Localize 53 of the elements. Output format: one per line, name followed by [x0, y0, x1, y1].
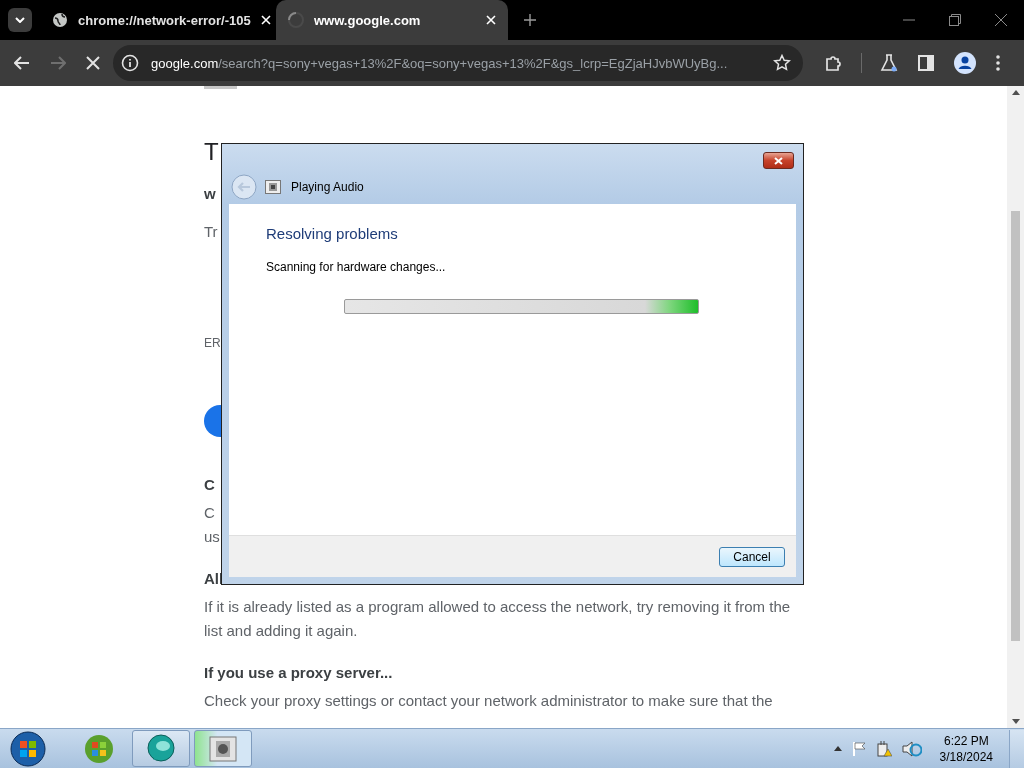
browser-tab[interactable]: www.google.com	[276, 0, 508, 40]
error-code: ER	[204, 335, 221, 351]
cancel-button[interactable]: Cancel	[719, 546, 785, 567]
section-heading: If you use a proxy server...	[204, 663, 393, 683]
chat-bubble-icon	[145, 733, 177, 764]
scrollbar-thumb[interactable]	[1011, 211, 1020, 641]
scrollbar[interactable]	[1007, 86, 1024, 728]
window-title: Playing Audio	[291, 180, 364, 194]
flag-icon[interactable]	[851, 741, 866, 756]
taskbar-button[interactable]	[194, 730, 252, 767]
globe-icon	[52, 12, 68, 28]
chevron-down-icon	[15, 17, 25, 23]
troubleshooter-icon	[265, 180, 281, 194]
star-icon[interactable]	[773, 54, 791, 72]
dialog-heading: Resolving problems	[266, 225, 398, 242]
side-panel-icon[interactable]	[918, 55, 934, 71]
paragraph: C us	[204, 503, 220, 547]
back-arrow-icon[interactable]	[14, 56, 30, 70]
scroll-down-icon[interactable]	[1011, 719, 1020, 724]
menu-icon[interactable]	[996, 55, 1000, 71]
tab-title: www.google.com	[314, 12, 422, 28]
restore-icon[interactable]	[949, 14, 961, 26]
close-icon[interactable]	[995, 14, 1007, 26]
start-orb-icon[interactable]	[10, 730, 46, 767]
status-text: Scanning for hardware changes...	[266, 260, 446, 274]
tab-title: chrome://network-error/-105	[78, 12, 251, 28]
troubleshooter-icon	[209, 735, 237, 762]
new-tab-icon[interactable]	[524, 14, 536, 26]
section-heading: w	[204, 184, 216, 204]
loading-spinner-icon	[288, 12, 304, 28]
puzzle-piece-icon[interactable]	[825, 54, 843, 72]
scroll-up-icon[interactable]	[1011, 90, 1020, 95]
taskbar-button[interactable]	[132, 730, 190, 767]
section-heading: C	[204, 475, 215, 495]
info-icon	[121, 54, 139, 72]
show-hidden-icons-icon[interactable]	[833, 746, 842, 751]
flask-icon[interactable]	[880, 54, 898, 72]
paragraph: If it is already listed as a program allowed to access the network, try removing it from the list and adding it again.	[204, 597, 792, 641]
url-text: google.com/search?q=sony+vegas+13%2F&oq=sony+vegas+13%2F&gs_lcrp=EgZjaHJvbWUyBg...	[151, 55, 728, 71]
browser-tab[interactable]: chrome://network-error/-105	[40, 0, 272, 40]
speaker-icon[interactable]	[901, 739, 922, 758]
paragraph: Tr	[204, 222, 218, 242]
stop-icon[interactable]	[86, 56, 100, 70]
address-bar[interactable]: google.com/search?q=sony+vegas+13%2F&oq=sony+vegas+13%2F&gs_lcrp=EgZjaHJvbWUyBg...	[113, 45, 803, 81]
tab-list-button[interactable]	[8, 8, 32, 32]
windows-flag-icon	[84, 733, 114, 764]
paragraph: Check your proxy settings or contact your network administrator to make sure that the	[204, 691, 773, 711]
profile-avatar-icon[interactable]	[954, 52, 976, 74]
close-icon	[774, 156, 783, 165]
page-heading: T	[204, 137, 219, 167]
clock[interactable]: 6:22 PM 3/18/2024	[939, 732, 993, 765]
close-button[interactable]	[763, 152, 794, 169]
power-plug-icon[interactable]	[875, 740, 892, 757]
